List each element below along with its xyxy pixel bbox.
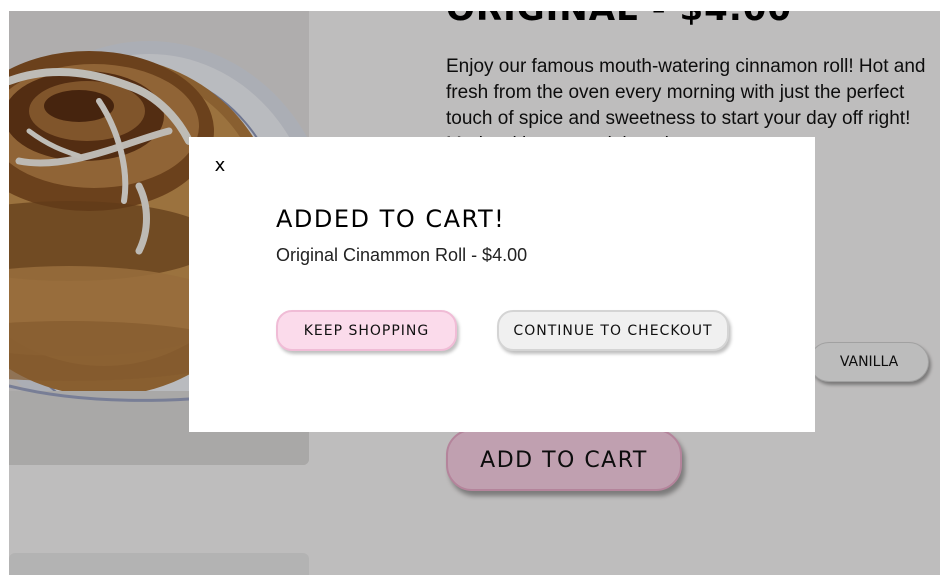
- continue-to-checkout-button[interactable]: CONTINUE TO CHECKOUT: [497, 310, 729, 351]
- added-to-cart-modal: x ADDED TO CART! Original Cinammon Roll …: [189, 137, 815, 432]
- cart-item-summary: Original Cinammon Roll - $4.00: [276, 245, 528, 265]
- modal-title: ADDED TO CART!: [276, 205, 506, 233]
- close-icon[interactable]: x: [211, 155, 229, 177]
- keep-shopping-button[interactable]: KEEP SHOPPING: [276, 310, 457, 351]
- product-page: ORIGINAL - $4.00 Enjoy our famous mouth-…: [9, 11, 940, 575]
